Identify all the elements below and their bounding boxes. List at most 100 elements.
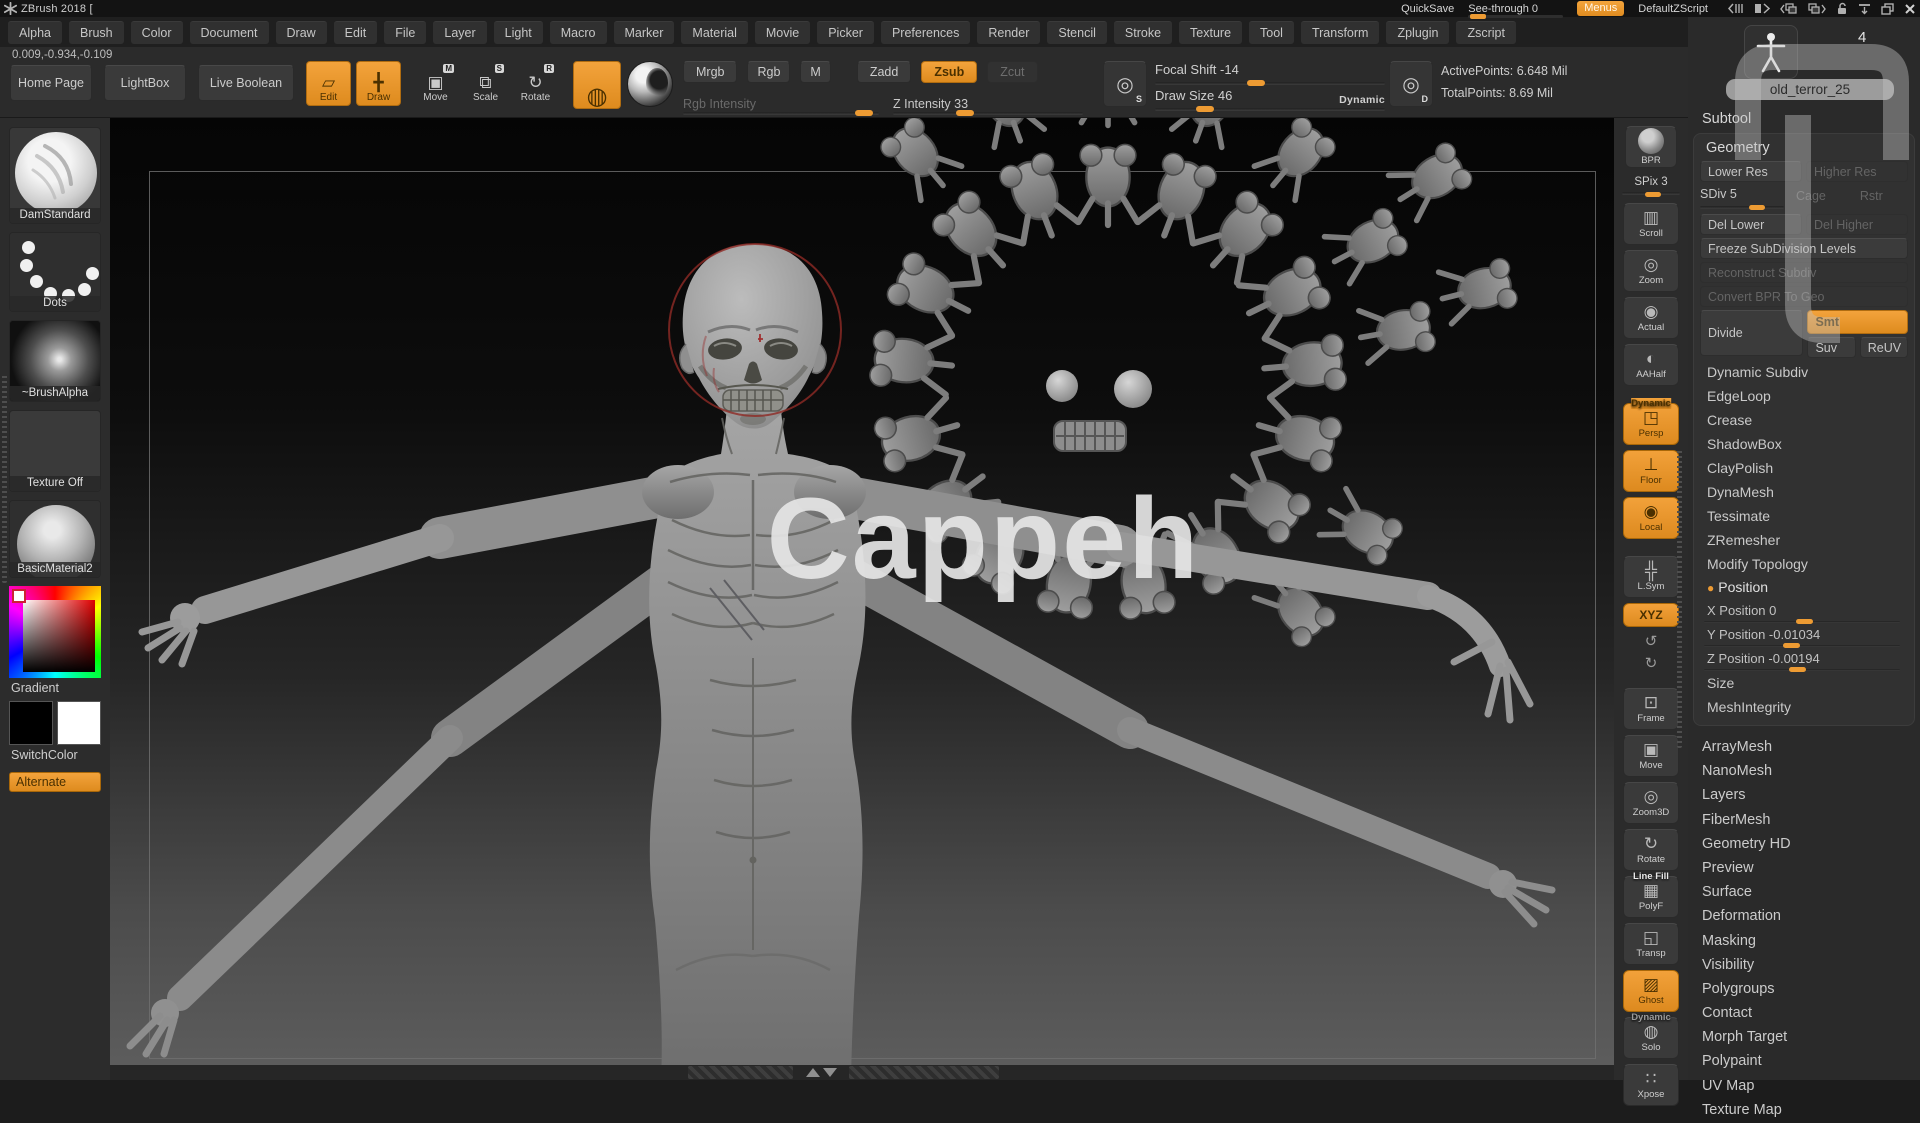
current-brush-button[interactable]: ◍	[573, 61, 621, 109]
subpalette-header[interactable]: ArrayMesh	[1688, 736, 1920, 760]
document-viewport[interactable]: Cappeh	[110, 118, 1614, 1080]
zcut-button[interactable]: Zcut	[987, 61, 1037, 83]
subtool-section-header[interactable]: Subtool	[1688, 105, 1920, 131]
edit-button[interactable]: ▱ Edit	[306, 61, 351, 106]
menu-item[interactable]: Material	[681, 21, 747, 44]
right-shelf-button[interactable]: ◐ AAHalf	[1623, 344, 1679, 386]
focal-shift-handle[interactable]	[1247, 80, 1265, 86]
scroll-up-icon[interactable]	[806, 1068, 820, 1077]
subsection-header[interactable]: ShadowBox	[1700, 433, 1908, 457]
subsection-header[interactable]: Crease	[1700, 409, 1908, 433]
subpalette-header[interactable]: Geometry HD	[1688, 833, 1920, 857]
home-page-button[interactable]: Home Page	[10, 65, 92, 101]
right-shelf-button[interactable]: Dynamic ◍ Solo	[1623, 1017, 1679, 1059]
tray-scrollbar[interactable]	[2, 373, 7, 583]
subsection-header[interactable]: Modify Topology	[1700, 553, 1908, 577]
minimize-icon[interactable]	[1858, 3, 1871, 15]
right-shelf-button[interactable]: ⊡ Frame	[1623, 688, 1679, 730]
subpalette-header[interactable]: Polypaint	[1688, 1050, 1920, 1074]
m-button[interactable]: M	[800, 61, 830, 83]
menu-item[interactable]: File	[384, 21, 426, 44]
menu-item[interactable]: Brush	[69, 21, 124, 44]
scrollbar-segment[interactable]	[849, 1066, 999, 1079]
subpalette-header[interactable]: Visibility	[1688, 954, 1920, 978]
z-position-slider[interactable]: Z Position -0.00194	[1700, 648, 1908, 672]
current-material-button[interactable]	[627, 61, 673, 107]
z-intensity-slider[interactable]: Z Intensity 33	[893, 95, 1083, 113]
subpalette-header[interactable]: Morph Target	[1688, 1026, 1920, 1050]
copy-left-icon[interactable]	[1780, 3, 1798, 15]
z-intensity-handle[interactable]	[956, 110, 974, 116]
subpalette-header[interactable]: FiberMesh	[1688, 809, 1920, 833]
canvas-scrollbar[interactable]	[110, 1065, 1614, 1080]
menu-item[interactable]: Stencil	[1047, 21, 1107, 44]
lock-icon[interactable]	[1836, 2, 1848, 15]
rotate-button[interactable]: R ↻ Rotate	[513, 61, 558, 106]
mesh-integrity-section-header[interactable]: MeshIntegrity	[1700, 696, 1908, 720]
right-shelf-button[interactable]: ◱ Transp	[1623, 923, 1679, 965]
subpalette-header[interactable]: UV Map	[1688, 1075, 1920, 1099]
doc-prev-icon[interactable]	[1728, 3, 1744, 14]
menu-item[interactable]: Layer	[433, 21, 486, 44]
right-shelf-button[interactable]: ◉ Local	[1623, 497, 1679, 539]
right-shelf-button[interactable]: ↺	[1637, 632, 1665, 652]
subsection-header[interactable]: ClayPolish	[1700, 457, 1908, 481]
menu-item[interactable]: Document	[190, 21, 269, 44]
subsection-header[interactable]: Tessimate	[1700, 505, 1908, 529]
menu-item[interactable]: Marker	[614, 21, 675, 44]
right-shelf-button[interactable]: ▥ Scroll	[1623, 203, 1679, 245]
subpalette-header[interactable]: Surface	[1688, 881, 1920, 905]
scrollbar-arrows[interactable]	[793, 1068, 849, 1077]
subpalette-header[interactable]: Texture Map	[1688, 1099, 1920, 1123]
sdiv-handle[interactable]	[1749, 205, 1765, 210]
scrollbar-segment[interactable]	[688, 1066, 793, 1079]
current-tool[interactable]: 4 old_terror_25	[1688, 17, 1920, 105]
higher-res-button[interactable]: Higher Res	[1806, 161, 1908, 182]
alternate-button[interactable]: Alternate	[9, 772, 101, 792]
switch-color-control[interactable]	[9, 701, 101, 745]
reuv-button[interactable]: ReUV	[1860, 337, 1908, 358]
scale-button[interactable]: S ⧉ Scale	[463, 61, 508, 106]
right-shelf-button[interactable]: ◎ Zoom3D	[1623, 782, 1679, 824]
right-shelf-button[interactable]: ╬ L.Sym	[1623, 556, 1679, 598]
doc-next-icon[interactable]	[1754, 3, 1770, 14]
subpalette-header[interactable]: Masking	[1688, 930, 1920, 954]
geometry-section-header[interactable]: Geometry	[1700, 139, 1908, 161]
menu-item[interactable]: Edit	[334, 21, 378, 44]
rgb-intensity-handle[interactable]	[855, 110, 873, 116]
right-shelf-button[interactable]: Line Fill ▦ PolyF	[1623, 876, 1679, 918]
menu-item[interactable]: Stroke	[1114, 21, 1172, 44]
subsection-header[interactable]: Dynamic Subdiv	[1700, 361, 1908, 385]
menu-item[interactable]: Light	[494, 21, 543, 44]
menu-item[interactable]: Render	[977, 21, 1040, 44]
scroll-down-icon[interactable]	[823, 1068, 837, 1077]
right-shelf-button[interactable]: ▨ Ghost	[1623, 970, 1679, 1012]
copy-right-icon[interactable]	[1808, 3, 1826, 15]
brush-selector[interactable]: DamStandard	[9, 127, 101, 224]
menu-item[interactable]: Zplugin	[1386, 21, 1449, 44]
right-shelf-button[interactable]: ↻ Rotate	[1623, 829, 1679, 871]
rstr-button[interactable]: Rstr	[1852, 185, 1908, 206]
spix-slider[interactable]: SPix 3	[1622, 176, 1680, 193]
menu-item[interactable]: Transform	[1301, 21, 1380, 44]
stroke-selector[interactable]: Dots	[9, 232, 101, 312]
color-picker[interactable]	[9, 586, 101, 678]
subsection-header[interactable]: EdgeLoop	[1700, 385, 1908, 409]
smt-button[interactable]: Smt	[1807, 310, 1908, 334]
live-boolean-button[interactable]: Live Boolean	[198, 65, 294, 101]
material-selector[interactable]: BasicMaterial2	[9, 500, 101, 578]
zsub-button[interactable]: Zsub	[921, 61, 977, 83]
reconstruct-subdiv-button[interactable]: Reconstruct Subdiv	[1700, 262, 1908, 283]
del-lower-button[interactable]: Del Lower	[1700, 214, 1802, 235]
lower-res-button[interactable]: Lower Res	[1700, 161, 1802, 182]
cage-button[interactable]: Cage	[1788, 185, 1848, 206]
zadd-button[interactable]: Zadd	[857, 61, 912, 83]
rgb-button[interactable]: Rgb	[747, 61, 790, 83]
alpha-selector[interactable]: ~BrushAlpha	[9, 320, 101, 402]
z-position-handle[interactable]	[1789, 667, 1806, 672]
menu-item[interactable]: Zscript	[1456, 21, 1516, 44]
subpalette-header[interactable]: Contact	[1688, 1002, 1920, 1026]
menu-item[interactable]: Movie	[755, 21, 810, 44]
mrgb-button[interactable]: Mrgb	[683, 61, 737, 83]
right-shelf-button[interactable]: Dynamic ◳ Persp	[1623, 403, 1679, 445]
